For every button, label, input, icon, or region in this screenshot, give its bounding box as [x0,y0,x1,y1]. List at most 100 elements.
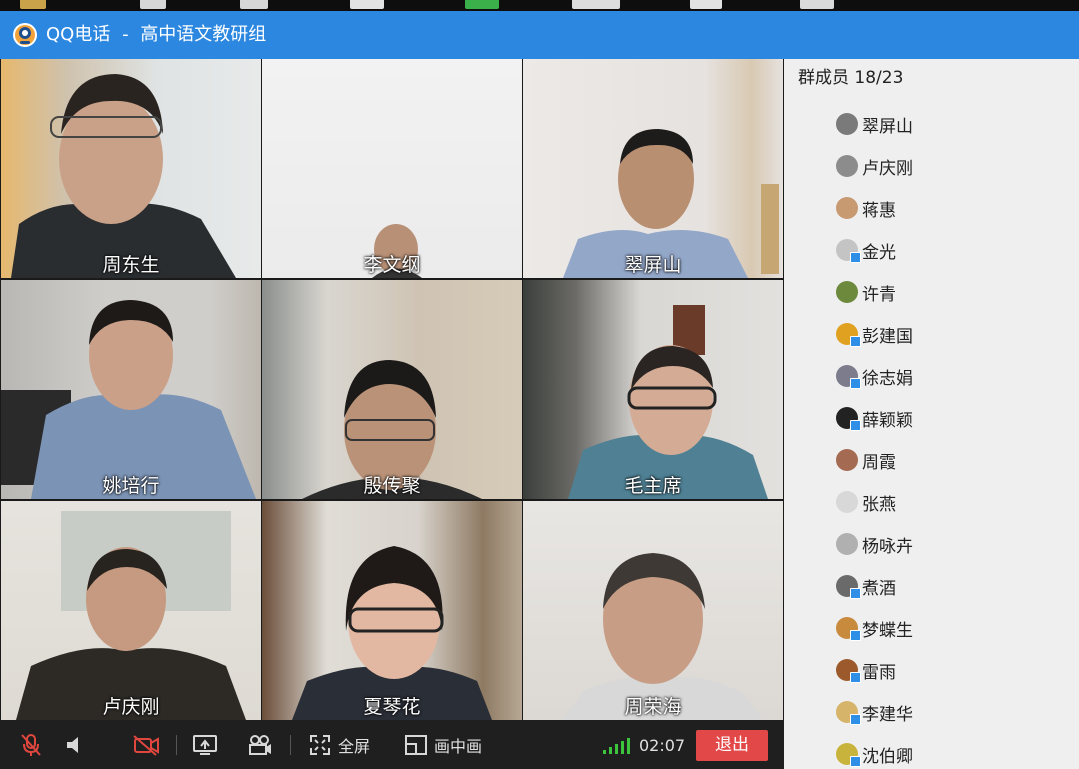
member-item[interactable]: 卢庆刚 [836,153,913,179]
member-item[interactable]: 杨咏卉 [836,531,913,557]
member-name: 杨咏卉 [862,536,913,557]
member-item[interactable]: 梦蝶生 [836,615,913,641]
mobile-device-icon [850,630,861,641]
member-item[interactable]: 煮酒 [836,573,896,599]
mobile-device-icon [850,714,861,725]
participant-video [292,546,492,720]
participant-name: 殷传聚 [363,475,421,497]
video-tile[interactable]: 翠屏山 [523,59,783,278]
mobile-device-icon [850,672,861,683]
member-name: 李建华 [862,704,913,725]
screen-share-icon [193,735,217,755]
picture-in-picture-label: 画中画 [434,737,483,756]
member-item[interactable]: 许青 [836,279,896,305]
taskbar-app-icon[interactable] [800,0,834,9]
member-name: 周霞 [862,452,896,473]
participant-name: 翠屏山 [624,254,682,276]
fullscreen-icon [310,735,330,755]
participant-name: 李文纲 [363,254,421,276]
member-count-header: 群成员 18/23 [798,68,904,88]
member-item[interactable]: 翠屏山 [836,111,913,137]
video-tile[interactable]: 殷传聚 [262,280,522,499]
member-name: 煮酒 [862,578,896,599]
participant-name: 周荣海 [624,696,682,718]
app-name: QQ电话 [46,24,111,45]
member-avatar [836,617,861,641]
toolbar-divider [176,735,177,755]
camera-toggle-button[interactable] [132,732,160,758]
title-bar: QQ电话 - 高中语文教研组 [0,11,1079,59]
mobile-device-icon [850,756,861,767]
member-item[interactable]: 雷雨 [836,657,896,683]
camera-off-icon [133,735,159,756]
taskbar-app-icon[interactable] [572,0,620,9]
picture-in-picture-button[interactable]: 画中画 [404,732,482,758]
member-item[interactable]: 张燕 [836,489,896,515]
member-avatar [836,743,861,767]
fullscreen-button[interactable]: 全屏 [308,732,370,758]
taskbar-app-icon[interactable] [20,0,46,9]
member-item[interactable]: 周霞 [836,447,896,473]
member-item[interactable]: 李建华 [836,699,913,725]
video-tile[interactable]: 夏琴花 [262,501,522,720]
screen-share-button[interactable] [192,732,218,758]
taskbar-app-icon[interactable] [465,0,499,9]
member-item[interactable]: 金光 [836,237,896,263]
member-item[interactable]: 蒋惠 [836,195,896,221]
movie-camera-icon [249,735,271,755]
member-panel: 群成员 18/23 翠屏山卢庆刚蒋惠金光许青彭建国徐志娟薛颖颖周霞张燕杨咏卉煮酒… [784,59,1079,769]
member-avatar [836,323,861,347]
window-title: QQ电话 - 高中语文教研组 [46,23,266,47]
video-effect-button[interactable] [246,732,274,758]
mobile-device-icon [850,252,861,263]
taskbar-app-icon[interactable] [240,0,268,9]
call-timer: 02:07 [639,736,686,755]
member-name: 徐志娟 [862,368,913,389]
video-tile[interactable]: 姚培行 [1,280,261,499]
mobile-device-icon [850,378,861,389]
member-avatar [836,239,861,263]
exit-call-button[interactable]: 退出 [696,730,768,761]
video-tile[interactable]: 周荣海 [523,501,783,720]
participant-name: 毛主席 [624,475,682,497]
member-item[interactable]: 薛颖颖 [836,405,913,431]
member-name: 翠屏山 [862,116,913,137]
mute-microphone-button[interactable] [20,732,42,758]
speaker-button[interactable] [64,732,86,758]
qq-logo-icon [13,23,37,47]
member-name: 蒋惠 [862,200,896,221]
speaker-icon [67,737,78,753]
video-tile[interactable]: 李文纲 [262,59,522,278]
video-grid: 周东生 李文纲 翠屏山 姚培行 殷传聚 毛主席 卢庆刚 夏琴花 周荣海 [0,59,784,720]
video-tile[interactable]: 周东生 [1,59,261,278]
member-item[interactable]: 沈伯卿 [836,741,913,767]
member-item[interactable]: 徐志娟 [836,363,913,389]
video-tile[interactable]: 毛主席 [523,280,783,499]
mobile-device-icon [850,420,861,431]
picture-in-picture-icon [405,735,427,755]
participant-video [563,129,779,278]
member-avatar [836,113,858,135]
member-avatar [836,365,861,389]
microphone-muted-icon [21,734,41,756]
signal-strength-icon [603,738,630,754]
member-avatar [836,701,861,725]
taskbar-app-icon[interactable] [140,0,166,9]
member-name: 薛颖颖 [862,410,913,431]
participant-video [302,360,482,499]
member-avatar [836,155,858,177]
member-avatar [836,281,858,303]
participant-name: 姚培行 [102,475,160,497]
member-name: 金光 [862,242,896,263]
title-separator: - [122,24,129,45]
participant-video [11,74,236,278]
member-avatar [836,659,861,683]
toolbar-divider [290,735,291,755]
taskbar-app-icon[interactable] [350,0,384,9]
member-name: 雷雨 [862,662,896,683]
taskbar-app-icon[interactable] [690,0,722,9]
video-tile[interactable]: 卢庆刚 [1,501,261,720]
member-avatar [836,533,858,555]
member-item[interactable]: 彭建国 [836,321,913,347]
member-name: 卢庆刚 [862,158,913,179]
